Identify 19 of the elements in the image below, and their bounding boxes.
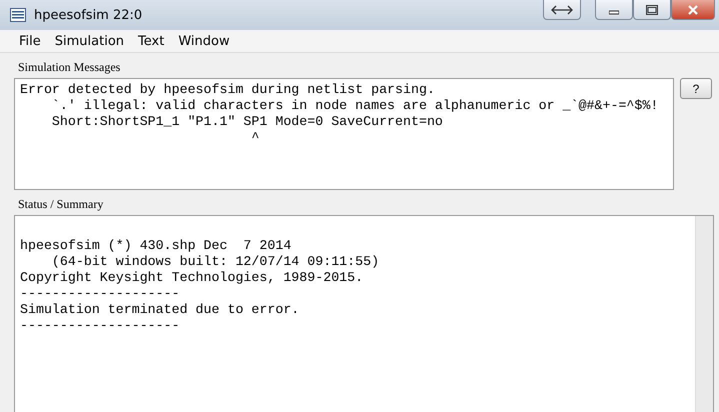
app-icon: [10, 8, 26, 22]
minimize-button[interactable]: [595, 0, 633, 20]
menu-item[interactable]: File: [12, 34, 48, 48]
double-arrow-icon: [551, 4, 573, 14]
close-button[interactable]: [671, 0, 715, 20]
section-label: Simulation Messages: [17, 59, 122, 76]
maximize-button[interactable]: [633, 0, 671, 20]
menu-item[interactable]: Text: [131, 34, 172, 48]
menu-item[interactable]: Window: [171, 34, 237, 48]
menu-item[interactable]: Simulation: [48, 34, 132, 48]
maximize-icon: [646, 4, 658, 14]
scrollbar[interactable]: [695, 216, 713, 412]
messages-text: Error detected by hpeesofsim during netlist parsing. `.' illegal: valid characters in node names are alphanumeric or _`@#&+-=^$%! Short:ShortSP1_1 "P1.1" SP1 Mode=0 SaveCurrent=no ^: [14, 78, 674, 190]
close-icon: [687, 4, 699, 14]
status-text: hpeesofsim (*) 430.shp Dec 7 2014 (64-bit windows built: 12/07/14 09:11:55) Copyright Keysight Technologies, 1989-2015. -------------------- Simulation terminated due to error. --------------------: [19, 237, 380, 335]
section-label: Status / Summary: [17, 196, 104, 213]
window-title: hpeesofsim 22:0: [34, 8, 142, 22]
help-button[interactable]: ?: [680, 78, 712, 99]
resize-button[interactable]: [543, 0, 581, 20]
